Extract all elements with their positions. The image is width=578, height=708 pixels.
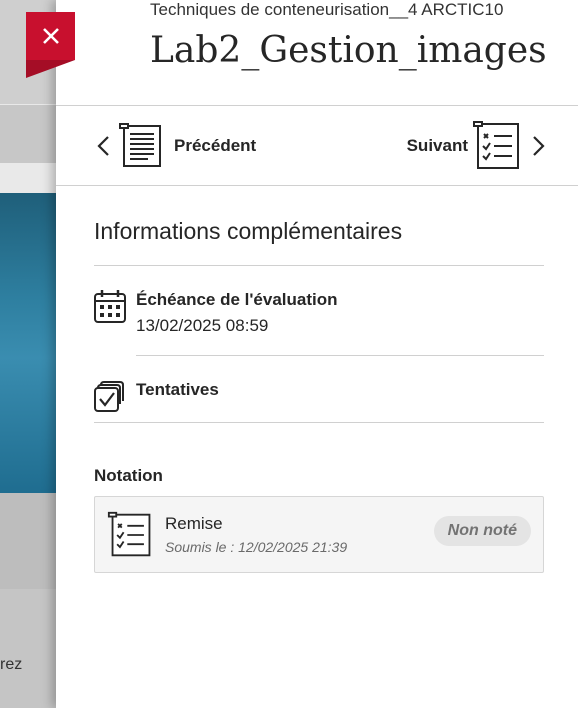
chevron-right-icon: [533, 136, 545, 156]
close-button[interactable]: [26, 12, 75, 60]
due-date-value: 13/02/2025 08:59: [136, 316, 269, 335]
previous-button[interactable]: Précédent: [94, 120, 256, 172]
grade-status-badge: Non noté: [433, 516, 531, 546]
checklist-icon: [107, 511, 151, 557]
attempts-icon: [94, 381, 124, 412]
attempts-label: Tentatives: [136, 380, 219, 399]
divider: [56, 185, 578, 186]
calendar-icon: [94, 290, 126, 323]
due-date-label: Échéance de l'évaluation: [136, 290, 338, 309]
divider: [94, 265, 544, 266]
next-button[interactable]: Suivant: [407, 120, 548, 172]
divider: [136, 355, 544, 356]
divider: [56, 105, 578, 106]
details-panel: Techniques de conteneurisation__4 ARCTIC…: [56, 0, 578, 708]
checklist-icon: [473, 121, 519, 169]
page-title: Lab2_Gestion_images: [150, 30, 547, 71]
close-icon: [42, 28, 59, 44]
divider: [94, 422, 544, 423]
submission-card[interactable]: Remise Soumis le : 12/02/2025 21:39 Non …: [94, 496, 544, 573]
course-name: Techniques de conteneurisation__4 ARCTIC…: [150, 0, 504, 19]
background-page: rez: [0, 0, 60, 708]
chevron-left-icon: [97, 136, 109, 156]
close-button-fold: [26, 60, 75, 78]
submission-date: Soumis le : 12/02/2025 21:39: [165, 539, 348, 555]
background-text: rez: [0, 656, 23, 673]
background-banner-image: [0, 193, 60, 493]
next-label: Suivant: [406, 136, 468, 155]
grading-title: Notation: [94, 466, 163, 485]
submission-name: Remise: [165, 514, 223, 533]
document-icon: [119, 123, 161, 167]
due-date-row: Échéance de l'évaluation 13/02/2025 08:5…: [94, 289, 338, 337]
section-title: Informations complémentaires: [94, 218, 403, 244]
previous-label: Précédent: [174, 136, 257, 155]
attempts-row: Tentatives: [94, 379, 219, 413]
